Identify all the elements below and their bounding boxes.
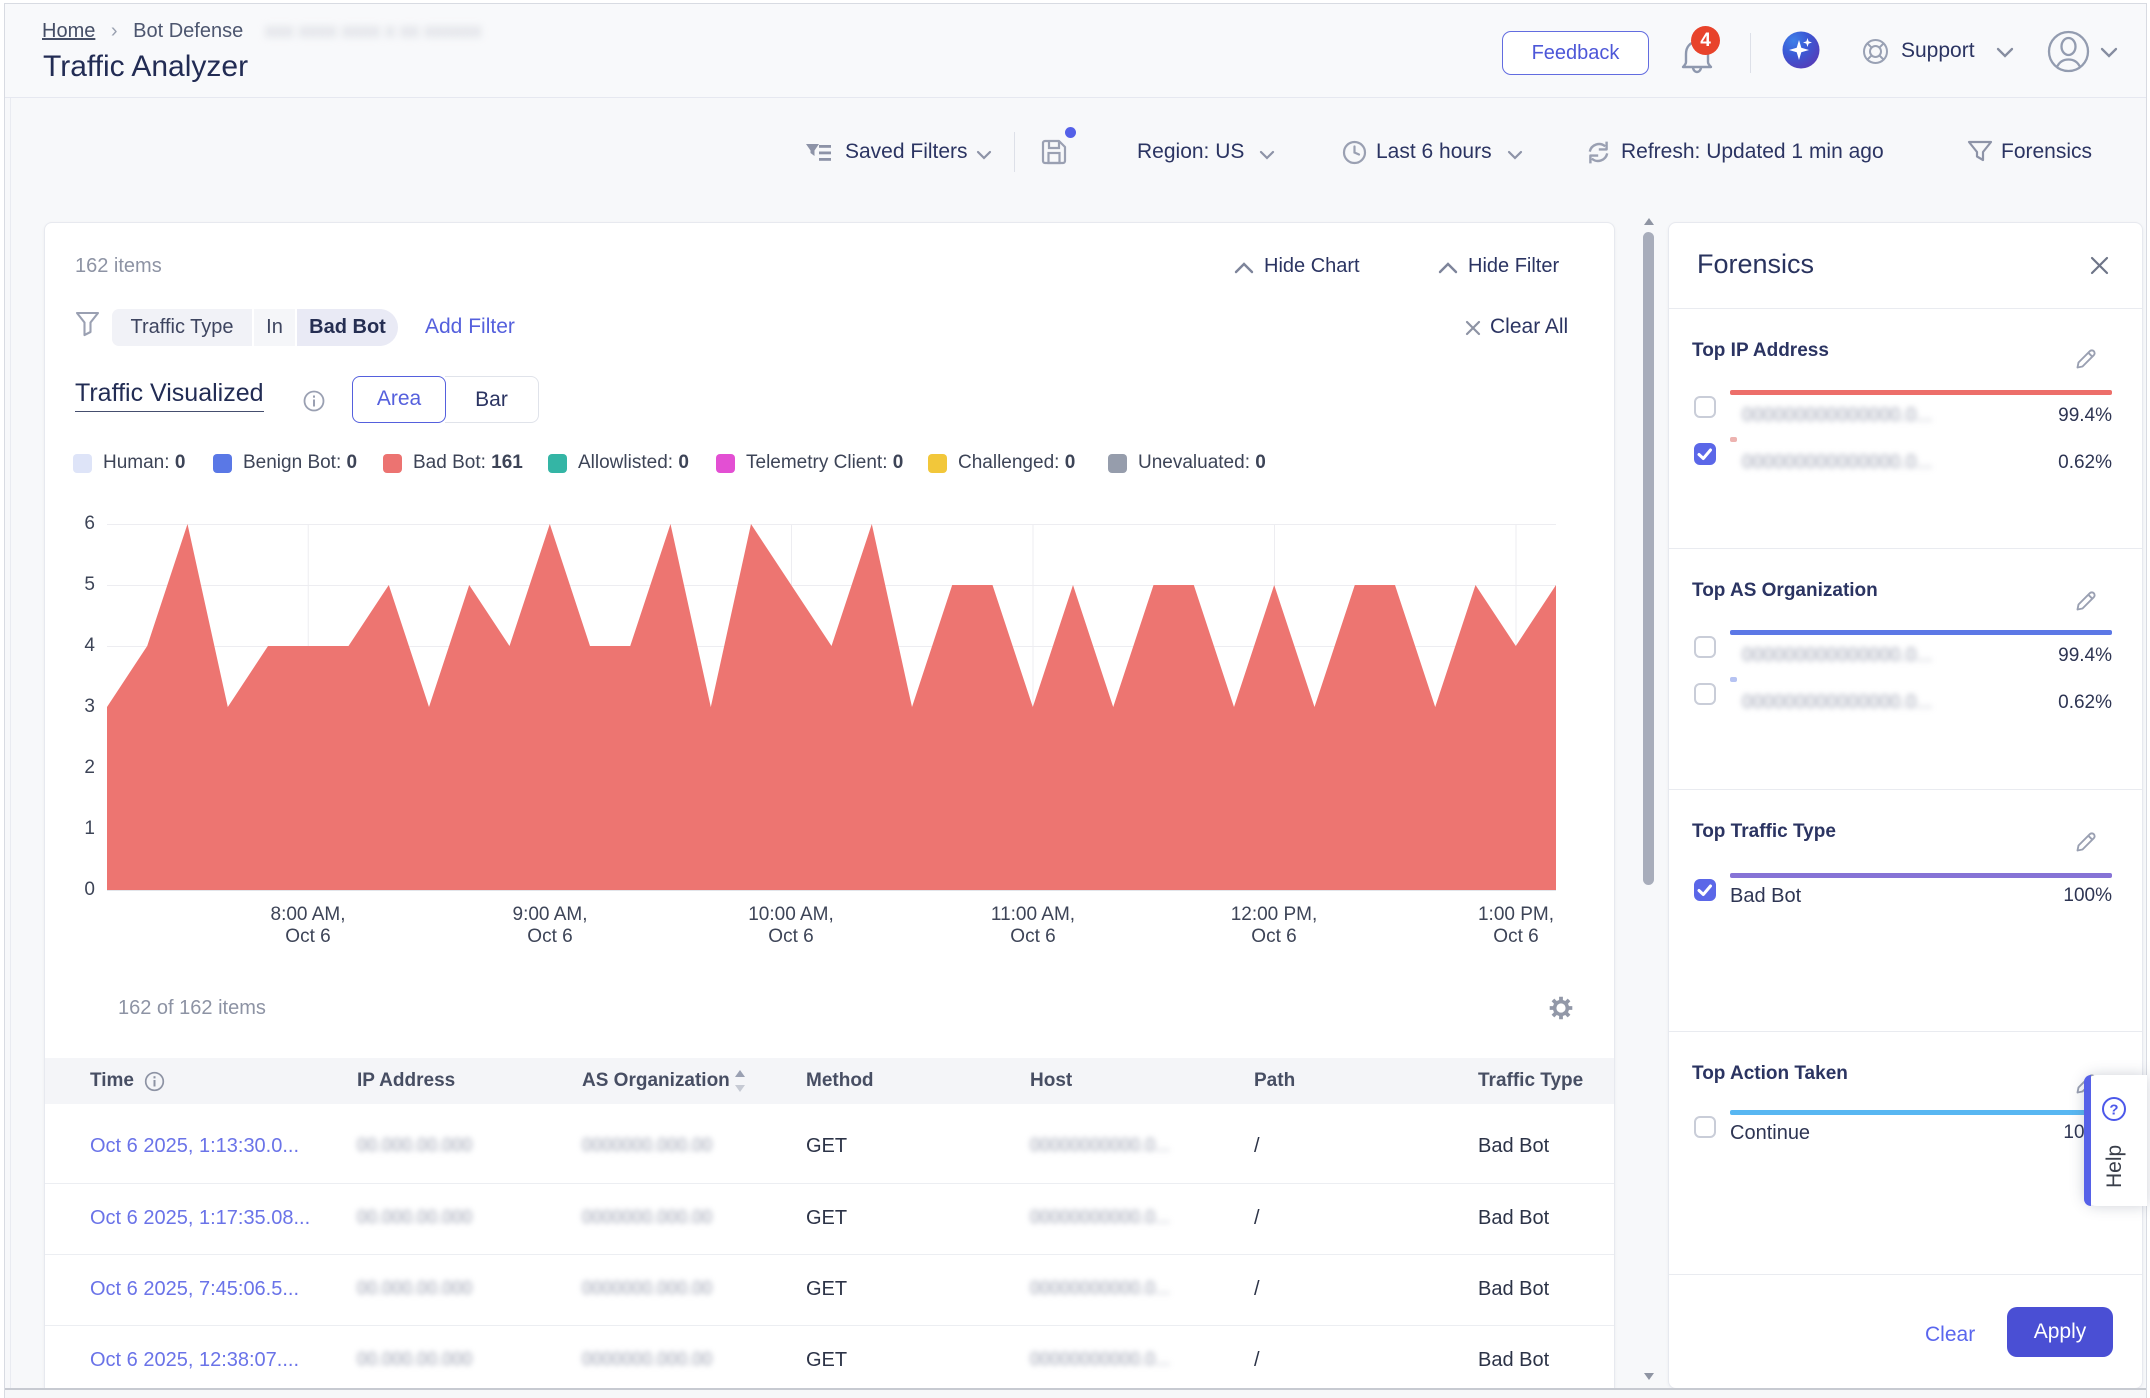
svg-text:?: ? <box>2109 1102 2118 1119</box>
